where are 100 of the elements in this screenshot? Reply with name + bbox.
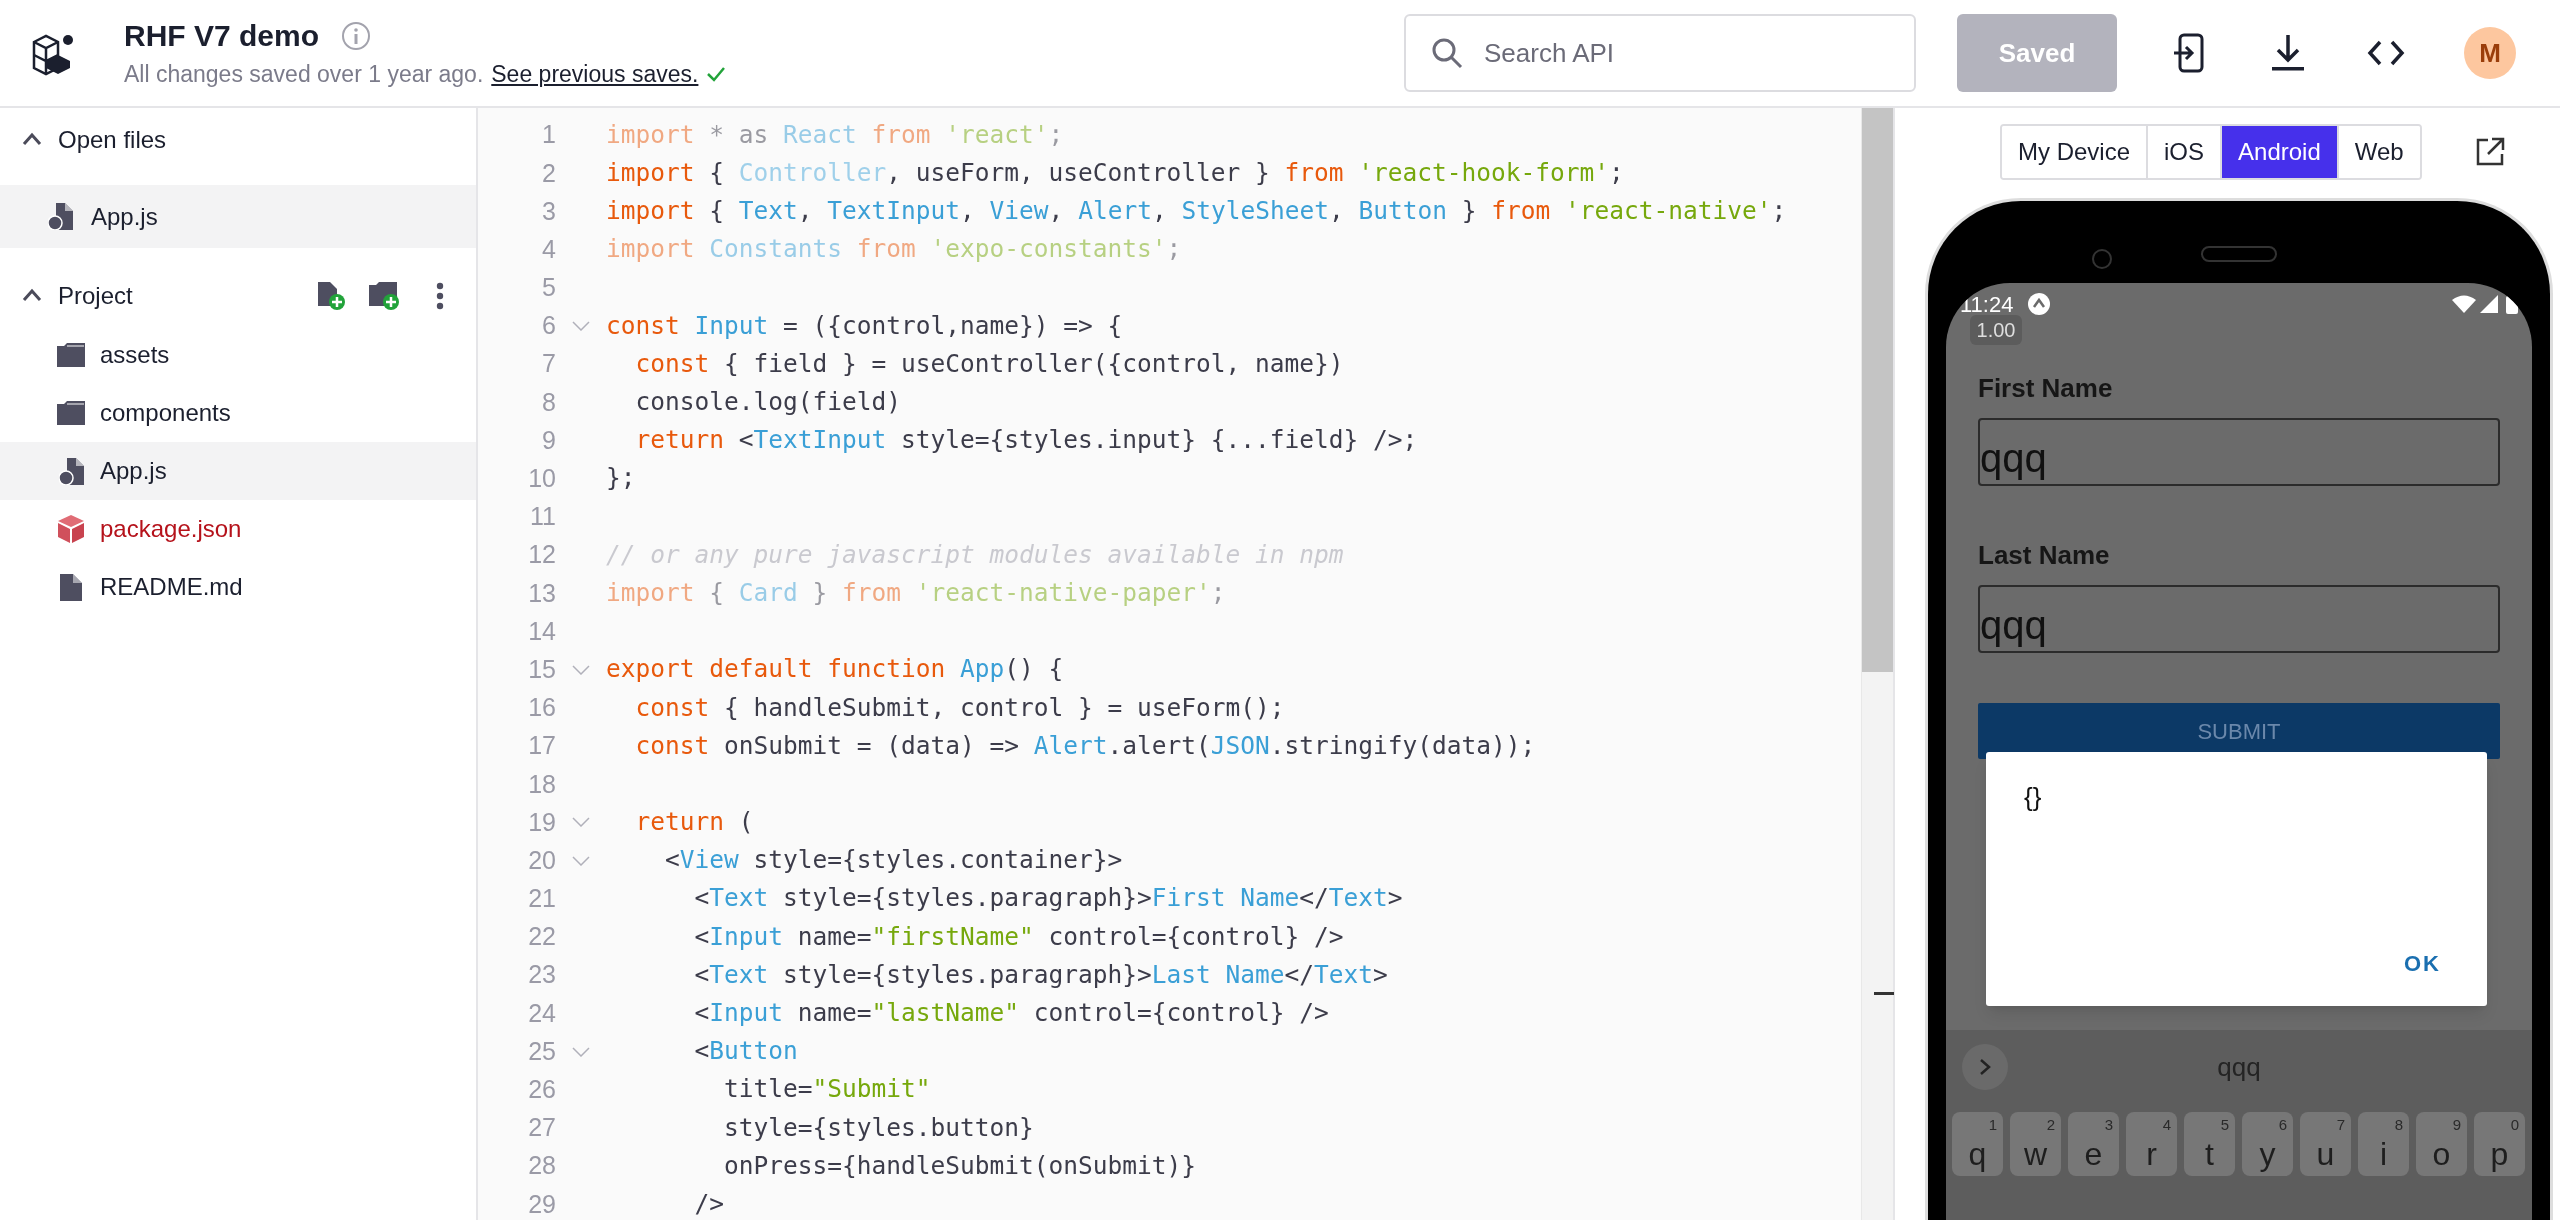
keyboard-key[interactable]: w 2 (2010, 1112, 2061, 1176)
line-number: 23 (527, 959, 556, 991)
platform-tab[interactable]: Web (2336, 126, 2420, 178)
line-number: 2 (541, 157, 556, 189)
search-box[interactable]: Search API (1404, 14, 1916, 92)
code-icon[interactable] (2366, 38, 2406, 68)
platform-tab[interactable]: Android (2220, 126, 2337, 178)
save-status-text: All changes saved over 1 year ago. (124, 60, 484, 89)
line-number: 8 (541, 386, 556, 418)
code-line: <View style={styles.container}> (664, 844, 1123, 877)
file-tree-item[interactable]: App.js (0, 442, 476, 500)
project-title: RHF V7 demo (124, 18, 320, 54)
word-suggestion[interactable]: qqq (2008, 1047, 2532, 1087)
folder-icon (57, 401, 85, 425)
expand-button[interactable] (1962, 1044, 2008, 1090)
search-field[interactable]: Search API (1484, 33, 1914, 73)
text-input[interactable]: qqq (1978, 418, 2500, 486)
line-number: 3 (541, 195, 556, 227)
line-number: 24 (527, 997, 556, 1029)
ok-button[interactable]: OK (2396, 943, 2449, 984)
line-number: 13 (527, 577, 556, 609)
code-line: <Text style={styles.paragraph}>First Name</Text> (693, 882, 1403, 915)
code-line: onPress={handleSubmit(onSubmit)} (723, 1149, 1196, 1182)
keyboard-key[interactable]: o 9 (2416, 1112, 2467, 1176)
wifi-icon (2452, 295, 2476, 313)
file-tree-item[interactable]: README.md (0, 558, 476, 616)
submit-button[interactable]: SUBMIT (1978, 703, 2500, 759)
code-line: import * as React from 'react'; (606, 118, 1064, 151)
download-icon[interactable] (2270, 33, 2306, 73)
device-login-icon[interactable] (2172, 33, 2206, 73)
code-line: import { Text, TextInput, View, Alert, StyleSheet, Button } from 'react-native'; (606, 195, 1787, 228)
line-number: 21 (527, 883, 556, 915)
text-input[interactable]: qqq (1978, 585, 2500, 653)
key-hint: 3 (2104, 1115, 2113, 1135)
line-number: 18 (527, 768, 556, 800)
more-options-icon[interactable] (436, 282, 444, 310)
key-hint: 7 (2336, 1115, 2345, 1135)
line-number: 14 (527, 615, 556, 647)
keyboard-key[interactable]: u 7 (2300, 1112, 2351, 1176)
checkmark-icon (706, 66, 727, 82)
code-line: return ( (634, 806, 754, 839)
line-number: 19 (527, 806, 556, 838)
keyboard-key[interactable]: r 4 (2126, 1112, 2177, 1176)
search-icon (1430, 36, 1464, 70)
key-hint: 8 (2394, 1115, 2403, 1135)
code-line: return <TextInput style={styles.input} {...field} />; (634, 424, 1418, 457)
field-label: Last Name (1978, 539, 2111, 572)
script-file-icon (58, 457, 84, 485)
line-number: 22 (527, 921, 556, 953)
package-box-icon (58, 515, 84, 543)
line-number: 6 (541, 310, 556, 342)
file-name: README.md (100, 572, 243, 602)
section-header[interactable]: Project (58, 278, 133, 314)
line-number: 1 (541, 119, 556, 151)
scrollbar-thumb[interactable] (1862, 108, 1893, 672)
code-line: <Button (693, 1035, 798, 1068)
code-line: export default function App() { (606, 653, 1064, 686)
line-number: 10 (527, 463, 556, 495)
code-line: console.log(field) (634, 386, 901, 419)
line-number: 28 (527, 1150, 556, 1182)
keyboard-key[interactable]: p 0 (2474, 1112, 2525, 1176)
code-line: import Constants from 'expo-constants'; (606, 233, 1182, 266)
line-number: 25 (527, 1035, 556, 1067)
file-tree-item[interactable]: assets (0, 326, 476, 384)
key-hint: 0 (2510, 1115, 2519, 1135)
key-hint: 5 (2220, 1115, 2229, 1135)
keyboard-key[interactable]: i 8 (2358, 1112, 2409, 1176)
keyboard-key[interactable]: q 1 (1952, 1112, 2003, 1176)
line-number: 20 (527, 844, 556, 876)
file-name: App.js (100, 456, 167, 486)
file-name: package.json (100, 514, 242, 544)
code-line: const Input = ({control,name}) => { (606, 309, 1123, 342)
new-file-icon[interactable] (318, 282, 346, 310)
open-file-item[interactable]: App.js (0, 185, 476, 248)
section-header[interactable]: Open files (58, 122, 167, 158)
file-tree-item[interactable]: package.json (0, 500, 476, 558)
previous-saves-link[interactable]: See previous saves. (491, 58, 699, 90)
keyboard-key[interactable]: e 3 (2068, 1112, 2119, 1176)
line-number: 29 (527, 1188, 556, 1220)
app-badge-icon (2027, 292, 2052, 316)
line-number: 9 (541, 424, 556, 456)
file-tree-item[interactable]: components (0, 384, 476, 442)
file-name: assets (100, 340, 170, 370)
keyboard-key[interactable]: t 5 (2184, 1112, 2235, 1176)
code-line: import { Controller, useForm, useController } from 'react-hook-form'; (606, 156, 1624, 189)
line-number: 12 (527, 539, 556, 571)
line-number: 26 (527, 1074, 556, 1106)
code-line: const { field } = useController({control, name}) (634, 347, 1344, 380)
code-line: const onSubmit = (data) => Alert.alert(JSON.stringify(data)); (634, 729, 1536, 762)
file-name: App.js (91, 201, 158, 232)
code-line: <Input name="firstName" control={control} /> (693, 920, 1344, 953)
document-icon (60, 573, 82, 601)
code-line: /> (693, 1187, 724, 1220)
user-avatar[interactable]: M (2464, 27, 2516, 79)
key-hint: 2 (2046, 1115, 2055, 1135)
code-line: style={styles.button} (723, 1111, 1034, 1144)
code-line: <Input name="lastName" control={control} /> (693, 997, 1329, 1030)
code-line: import { Card } from 'react-native-paper'; (606, 576, 1226, 609)
new-folder-icon[interactable] (369, 282, 400, 310)
keyboard-key[interactable]: y 6 (2242, 1112, 2293, 1176)
